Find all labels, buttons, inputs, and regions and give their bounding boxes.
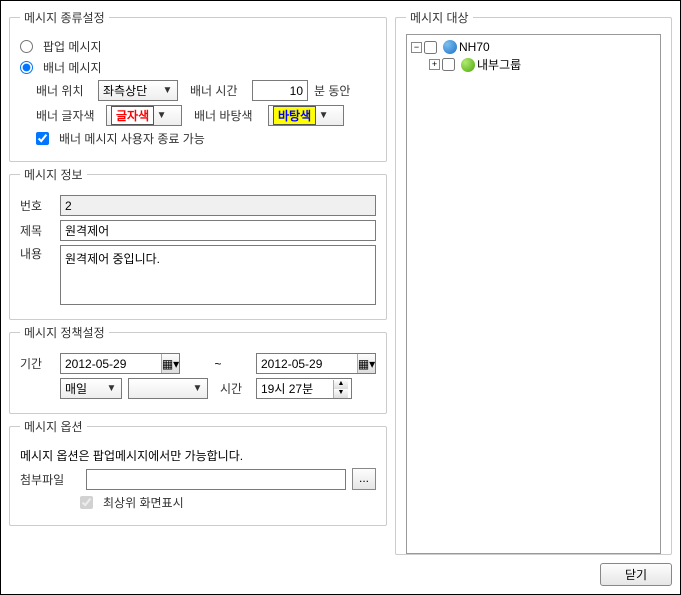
calendar-icon: ▦▾ — [357, 354, 375, 373]
start-date-value: 2012-05-29 — [65, 357, 161, 371]
tree-node-root[interactable]: − NH70 — [411, 39, 656, 55]
banner-user-close-checkbox[interactable] — [36, 132, 49, 145]
footer: 닫기 — [600, 563, 672, 586]
content-label: 내용 — [20, 245, 54, 262]
chevron-down-icon: ▼ — [154, 110, 169, 121]
time-spinner[interactable]: ▲ ▼ — [256, 378, 352, 399]
options-note: 메시지 옵션은 팝업메시지에서만 가능합니다. — [20, 447, 243, 464]
main-area: 메시지 종류설정 팝업 메시지 배너 메시지 배너 위치 좌측상단 ▼ 배너 시… — [9, 9, 672, 555]
message-type-fieldset: 메시지 종류설정 팝업 메시지 배너 메시지 배너 위치 좌측상단 ▼ 배너 시… — [9, 9, 387, 162]
textcolor-swatch: 글자색 — [111, 106, 154, 125]
message-info-legend: 메시지 정보 — [20, 166, 87, 183]
banner-user-close-label: 배너 메시지 사용자 종료 가능 — [59, 130, 205, 147]
frequency-opt-select[interactable]: ▼ — [128, 378, 208, 399]
number-field — [60, 195, 376, 216]
close-button[interactable]: 닫기 — [600, 563, 672, 586]
content-textarea[interactable]: 원격제어 중입니다. — [60, 245, 376, 305]
message-options-fieldset: 메시지 옵션 메시지 옵션은 팝업메시지에서만 가능합니다. 첨부파일 ... … — [9, 418, 387, 526]
tree-node-checkbox[interactable] — [424, 41, 437, 54]
frequency-select[interactable]: 매일 ▼ — [60, 378, 122, 399]
tree-collapse-icon[interactable]: − — [411, 42, 422, 53]
spin-up-icon[interactable]: ▲ — [333, 380, 348, 389]
frequency-value: 매일 — [65, 380, 104, 397]
period-label: 기간 — [20, 355, 54, 372]
number-label: 번호 — [20, 197, 54, 214]
group-icon — [461, 58, 475, 72]
popup-radio[interactable] — [20, 40, 33, 53]
dialog-window: 메시지 종류설정 팝업 메시지 배너 메시지 배너 위치 좌측상단 ▼ 배너 시… — [0, 0, 681, 595]
banner-bgcolor-label: 배너 바탕색 — [194, 107, 262, 124]
tree-expand-icon[interactable]: + — [429, 59, 440, 70]
bgcolor-swatch: 바탕색 — [273, 106, 316, 125]
time-value[interactable] — [257, 379, 333, 398]
message-policy-fieldset: 메시지 정책설정 기간 2012-05-29 ▦▾ ~ 2012-05-29 ▦… — [9, 324, 387, 414]
message-target-legend: 메시지 대상 — [406, 9, 473, 26]
chevron-down-icon: ▼ — [104, 383, 119, 394]
chevron-down-icon: ▼ — [160, 85, 175, 96]
attach-field[interactable] — [86, 469, 346, 490]
popup-radio-label: 팝업 메시지 — [43, 38, 102, 55]
message-options-legend: 메시지 옵션 — [20, 418, 87, 435]
banner-position-label: 배너 위치 — [36, 82, 92, 99]
chevron-down-icon: ▼ — [190, 383, 205, 394]
spin-down-icon[interactable]: ▼ — [333, 389, 348, 398]
message-policy-legend: 메시지 정책설정 — [20, 324, 109, 341]
topmost-label: 최상위 화면표시 — [103, 494, 184, 511]
tree-node-label: 내부그룹 — [477, 56, 521, 73]
banner-radio[interactable] — [20, 61, 33, 74]
banner-time-suffix: 분 동안 — [314, 82, 350, 99]
tree-node-checkbox[interactable] — [442, 58, 455, 71]
end-date-value: 2012-05-29 — [261, 357, 357, 371]
message-info-fieldset: 메시지 정보 번호 제목 내용 원격제어 중입니다. — [9, 166, 387, 320]
message-target-fieldset: 메시지 대상 − NH70 + 내부그룹 — [395, 9, 672, 555]
right-column: 메시지 대상 − NH70 + 내부그룹 — [395, 9, 672, 555]
banner-position-value: 좌측상단 — [103, 82, 160, 99]
tree-node-label: NH70 — [459, 40, 490, 54]
tree-node-child[interactable]: + 내부그룹 — [429, 55, 656, 74]
topmost-checkbox — [80, 496, 93, 509]
browse-button[interactable]: ... — [352, 468, 376, 490]
banner-radio-label: 배너 메시지 — [43, 59, 102, 76]
start-date-picker[interactable]: 2012-05-29 ▦▾ — [60, 353, 180, 374]
time-label: 시간 — [220, 380, 250, 397]
banner-position-select[interactable]: 좌측상단 ▼ — [98, 80, 178, 101]
calendar-icon: ▦▾ — [161, 354, 179, 373]
message-type-legend: 메시지 종류설정 — [20, 9, 109, 26]
banner-textcolor-select[interactable]: 글자색 ▼ — [106, 105, 182, 126]
attach-label: 첨부파일 — [20, 471, 80, 488]
title-field[interactable] — [60, 220, 376, 241]
end-date-picker[interactable]: 2012-05-29 ▦▾ — [256, 353, 376, 374]
banner-textcolor-label: 배너 글자색 — [36, 107, 100, 124]
globe-icon — [443, 40, 457, 54]
left-column: 메시지 종류설정 팝업 메시지 배너 메시지 배너 위치 좌측상단 ▼ 배너 시… — [9, 9, 387, 555]
banner-time-input[interactable] — [252, 80, 308, 101]
tilde-label: ~ — [186, 357, 250, 371]
chevron-down-icon: ▼ — [316, 110, 331, 121]
banner-time-label: 배너 시간 — [190, 82, 246, 99]
title-label: 제목 — [20, 222, 54, 239]
target-tree[interactable]: − NH70 + 내부그룹 — [406, 34, 661, 554]
banner-bgcolor-select[interactable]: 바탕색 ▼ — [268, 105, 344, 126]
